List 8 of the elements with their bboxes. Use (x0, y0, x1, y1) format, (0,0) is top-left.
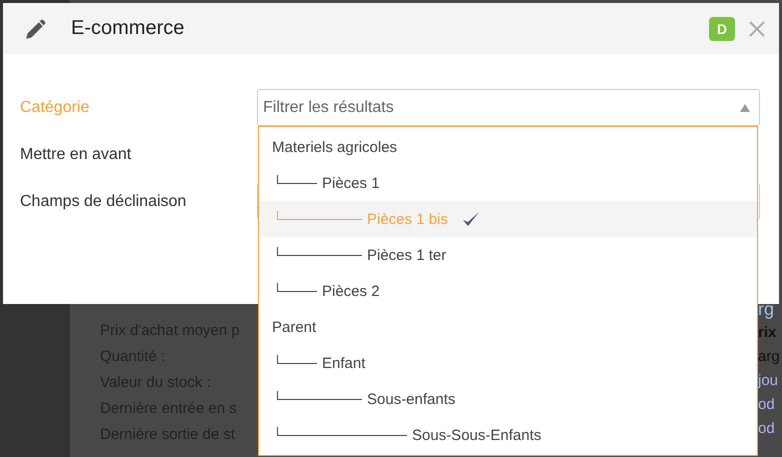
field-label: Champs de déclinaison (20, 192, 188, 210)
modal-title: E-commerce (71, 17, 186, 40)
page-text: rg (758, 299, 776, 319)
page-text: rix (758, 323, 778, 343)
field-label: Catégorie (20, 98, 90, 116)
page-text: arg (758, 347, 781, 367)
user-badge: D (709, 16, 735, 40)
field-label: Mettre en avant (20, 146, 132, 164)
